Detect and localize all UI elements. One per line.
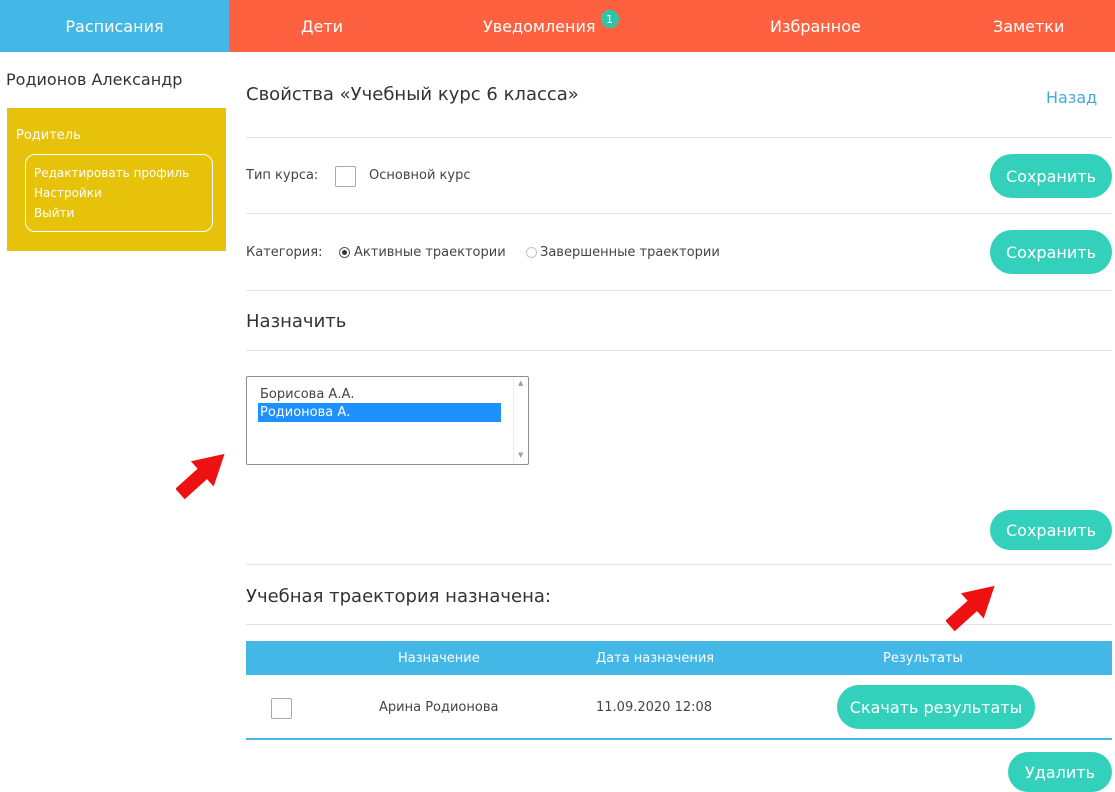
nav-schedules[interactable]: Расписания: [0, 0, 229, 52]
save-category-button[interactable]: Сохранить: [990, 230, 1112, 274]
profile-panel: Родитель Редактировать профиль Настройки…: [7, 108, 226, 251]
save-category-label: Сохранить: [1006, 242, 1096, 262]
scroll-up-icon[interactable]: ▲: [518, 379, 523, 387]
download-results-button[interactable]: Скачать результаты: [837, 685, 1035, 729]
save-course-type-label: Сохранить: [1006, 166, 1096, 186]
delete-button[interactable]: Удалить: [1008, 752, 1112, 792]
save-assignment-label: Сохранить: [1006, 520, 1096, 540]
nav-notes[interactable]: Заметки: [993, 0, 1064, 52]
column-header-results: Результаты: [883, 650, 963, 666]
user-name: Родионов Александр: [6, 70, 183, 89]
column-header-assignment: Назначение: [398, 650, 480, 666]
notifications-count-badge: 1: [600, 10, 619, 28]
nav-notifications-label: Уведомления: [483, 16, 596, 36]
divider: [246, 350, 1112, 351]
course-type-label: Тип курса:: [246, 168, 319, 183]
completed-trajectories-radio[interactable]: [526, 247, 537, 258]
row-select-checkbox[interactable]: [271, 698, 292, 719]
nav-schedules-label: Расписания: [65, 16, 164, 36]
table-header: Назначение Дата назначения Результаты: [246, 641, 1112, 675]
student-listbox[interactable]: Борисова А.А. Родионова А. ▲ ▼: [246, 376, 529, 465]
profile-menu: Редактировать профиль Настройки Выйти: [25, 154, 213, 232]
active-trajectories-label: Активные траектории: [354, 245, 506, 260]
download-results-label: Скачать результаты: [849, 697, 1023, 717]
nav-favorites-label: Избранное: [770, 16, 861, 36]
assign-section-title: Назначить: [246, 311, 347, 332]
top-navigation: Расписания Дети Уведомления 1 Избранное …: [0, 0, 1115, 52]
listbox-option[interactable]: Борисова А.А.: [258, 385, 501, 404]
assigned-section-title: Учебная траектория назначена:: [246, 586, 551, 607]
nav-children-label: Дети: [301, 16, 344, 36]
scroll-down-icon[interactable]: ▼: [518, 451, 523, 459]
logout-link[interactable]: Выйти: [34, 203, 212, 223]
completed-trajectories-label: Завершенные траектории: [540, 245, 720, 260]
category-label: Категория:: [246, 245, 323, 260]
row-assignee-name: Арина Родионова: [379, 700, 499, 715]
listbox-option-selected[interactable]: Родионова А.: [258, 403, 501, 422]
role-label: Родитель: [16, 128, 81, 143]
save-assignment-button[interactable]: Сохранить: [990, 510, 1112, 550]
annotation-arrow-icon: [176, 453, 225, 500]
table-row-divider: [246, 738, 1112, 740]
back-link[interactable]: Назад: [1046, 88, 1097, 107]
annotation-arrow-icon: [946, 585, 995, 632]
divider: [246, 564, 1112, 565]
listbox-scrollbar[interactable]: ▲ ▼: [513, 377, 528, 464]
divider: [246, 137, 1112, 138]
nav-main-bar: Дети Уведомления 1 Избранное Заметки: [229, 0, 1115, 52]
nav-favorites[interactable]: Избранное: [770, 0, 861, 52]
main-course-label: Основной курс: [369, 168, 471, 183]
row-assign-date: 11.09.2020 12:08: [596, 700, 713, 715]
divider: [246, 213, 1112, 214]
page-title: Свойства «Учебный курс 6 класса»: [246, 84, 579, 105]
nav-notes-label: Заметки: [993, 16, 1065, 36]
column-header-date: Дата назначения: [596, 650, 715, 666]
save-course-type-button[interactable]: Сохранить: [990, 154, 1112, 198]
settings-link[interactable]: Настройки: [34, 183, 212, 203]
edit-profile-link[interactable]: Редактировать профиль: [34, 163, 212, 183]
nav-children[interactable]: Дети: [301, 0, 343, 52]
divider: [246, 290, 1112, 291]
active-trajectories-radio[interactable]: [339, 247, 350, 258]
nav-notifications[interactable]: Уведомления 1: [483, 0, 619, 52]
delete-label: Удалить: [1025, 762, 1095, 782]
main-course-checkbox[interactable]: [335, 166, 356, 187]
